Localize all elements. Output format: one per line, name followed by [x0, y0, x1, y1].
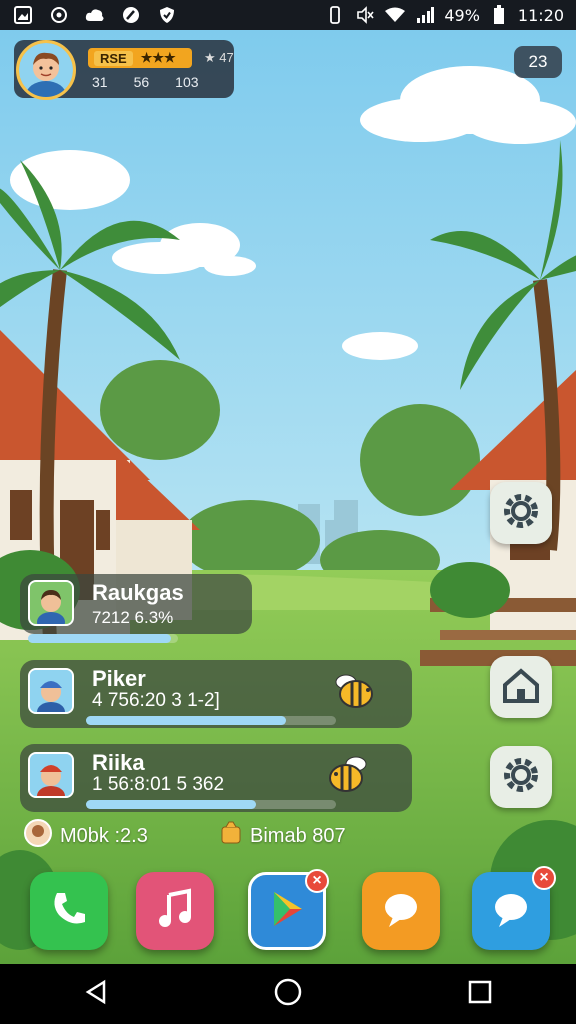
battery-icon: [488, 5, 510, 25]
player-card[interactable]: Riika 1 56:8:01 5 362: [20, 744, 412, 812]
footer-stat-left: M0bk :2.3: [24, 819, 148, 853]
progress-fill: [28, 634, 171, 643]
settings-button[interactable]: [490, 482, 552, 544]
player-name: Piker: [92, 666, 146, 691]
mute-icon: [354, 5, 376, 25]
messenger-icon: [489, 887, 533, 936]
gear-icon: [499, 489, 543, 538]
chat-app[interactable]: [362, 872, 440, 950]
bee-icon: [332, 670, 378, 715]
extra-stars: ★ 47: [204, 50, 234, 65]
crate-icon: [220, 821, 242, 851]
progress-fill: [86, 800, 256, 809]
house-icon: [499, 663, 543, 712]
player-avatar: [28, 580, 74, 626]
back-button[interactable]: [66, 964, 126, 1024]
gallery-icon: [12, 5, 34, 25]
options-button[interactable]: [490, 746, 552, 808]
notification-badge: ×: [305, 869, 329, 893]
player-name: Raukgas: [92, 580, 184, 605]
music-icon: [153, 887, 197, 936]
wifi-icon: [384, 5, 406, 25]
avatar[interactable]: [16, 40, 76, 100]
chat-bubble-icon: [379, 887, 423, 936]
status-bar: 49% 11:20: [0, 0, 576, 30]
shield-icon: [156, 5, 178, 25]
progress-fill: [86, 716, 286, 725]
square-recents-icon: [467, 979, 493, 1010]
player-avatar: [28, 668, 74, 714]
level-stars: ★★★: [140, 50, 176, 65]
recents-button[interactable]: [450, 964, 510, 1024]
player-card[interactable]: Piker 4 756:20 3 1-2]: [20, 660, 412, 728]
tool-icon: [120, 5, 142, 25]
progress-bar: [86, 800, 336, 809]
play-store-app[interactable]: ×: [248, 869, 329, 950]
progress-bar: [86, 716, 336, 725]
profile-card[interactable]: RSE ★★★ ★ 47 31 56 103: [14, 40, 234, 100]
home-button[interactable]: [490, 656, 552, 718]
small-avatar-icon: [24, 819, 52, 853]
player-score: 7212 6.3%: [92, 608, 174, 627]
footer-stat-right: Bimab 807: [220, 820, 346, 852]
gear-icon: [499, 753, 543, 802]
notification-badge: ×: [532, 866, 556, 890]
vibrate-icon: [324, 5, 346, 25]
level-label: RSE: [94, 50, 133, 66]
clock: 11:20: [517, 5, 564, 25]
navigation-bar: [0, 964, 576, 1024]
footer-right-label: Bimab 807: [250, 824, 346, 847]
level-badge: RSE ★★★: [88, 48, 192, 68]
cloud-icon: [84, 5, 106, 25]
stat-value: 31: [92, 74, 108, 90]
player-score: 1 56:8:01 5 362: [92, 774, 225, 795]
music-app[interactable]: [136, 872, 214, 950]
player-name: Riika: [92, 750, 145, 775]
player-card[interactable]: Raukgas 7212 6.3%: [20, 574, 252, 643]
messenger-app[interactable]: ×: [472, 866, 556, 950]
player-score: 4 756:20 3 1-2]: [92, 690, 220, 711]
battery-percent: 49%: [444, 5, 480, 25]
sync-icon: [48, 5, 70, 25]
top-counter[interactable]: 23: [514, 46, 562, 78]
back-icon: [82, 978, 110, 1011]
phone-app[interactable]: [30, 872, 108, 950]
bee-icon: [326, 754, 372, 799]
phone-icon: [47, 887, 91, 936]
progress-bar: [28, 634, 178, 643]
player-avatar: [28, 752, 74, 798]
stat-value: 103: [175, 74, 199, 90]
footer-left-label: M0bk :2.3: [60, 824, 148, 847]
home-nav-button[interactable]: [258, 964, 318, 1024]
stat-value: 56: [133, 74, 150, 90]
profile-stats: 31 56 103: [92, 74, 199, 90]
signal-icon: [414, 5, 436, 25]
play-store-icon: [264, 886, 310, 937]
circle-home-icon: [273, 977, 303, 1012]
